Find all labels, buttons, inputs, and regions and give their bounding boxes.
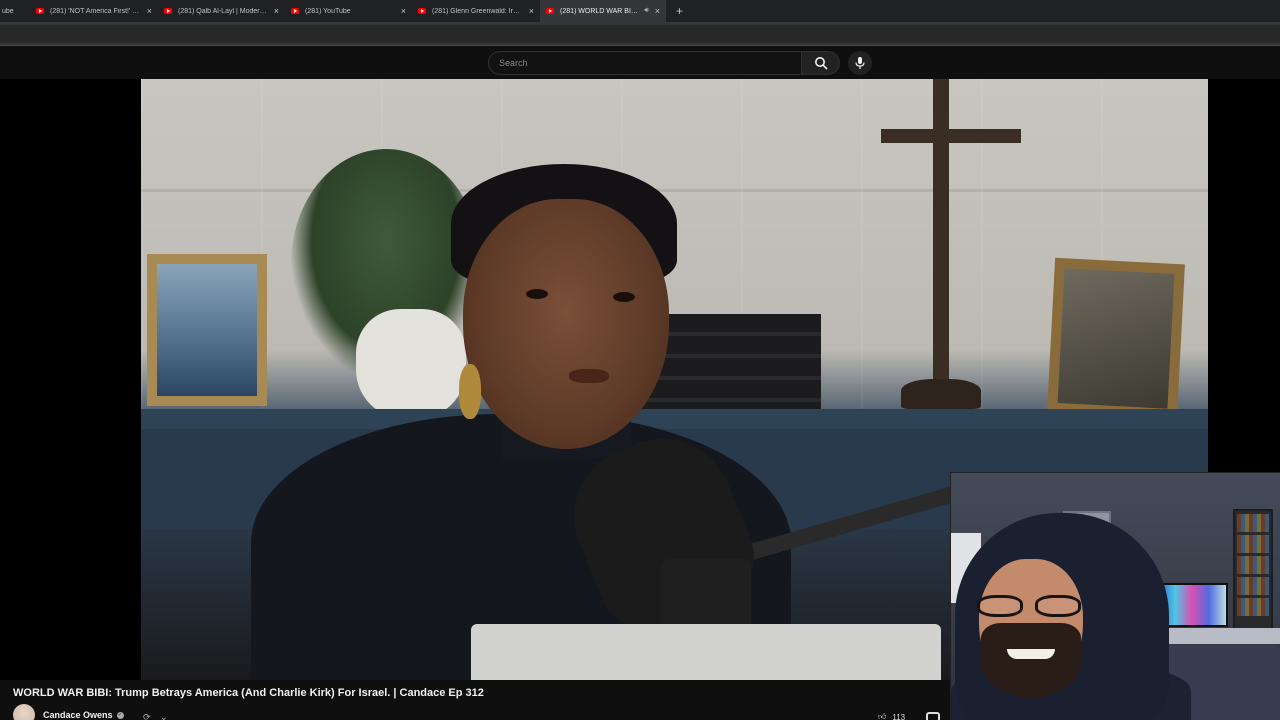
picture-frame-right — [1047, 257, 1185, 420]
streamer-beard — [981, 623, 1081, 698]
search-input[interactable] — [499, 58, 801, 68]
like-count: 113 — [892, 712, 906, 720]
browser-tab-active[interactable]: (281) WORLD WAR BIBI: Tr 🔊︎ × — [540, 0, 666, 22]
cam-shelf-row — [1237, 598, 1269, 616]
video-title: WORLD WAR BIBI: Trump Betrays America (A… — [13, 687, 484, 699]
thumbs-up-icon: 👍︎ — [878, 712, 887, 720]
search-icon — [814, 57, 828, 70]
voice-search-button[interactable] — [848, 51, 872, 75]
youtube-favicon-icon — [418, 8, 426, 14]
new-tab-button[interactable]: + — [676, 4, 683, 18]
cam-shelf-row — [1237, 556, 1269, 574]
framed-photo — [1057, 268, 1175, 409]
browser-tab[interactable]: (281) Glenn Greenwald: Iran W × — [412, 0, 540, 22]
speaker-icon[interactable]: 🔊︎ — [644, 7, 648, 15]
tab-title: ube — [2, 7, 14, 15]
framed-photo — [157, 264, 257, 396]
browser-tab-strip: ube (281) 'NOT America First!' Tuck × (2… — [0, 0, 1280, 22]
tab-title: (281) Qalb Al-Layl | Modern An — [178, 7, 268, 15]
glasses-lens — [1035, 595, 1081, 617]
streamer-glasses — [975, 595, 1087, 617]
host-eye — [526, 289, 548, 299]
channel-name[interactable]: Candace Owens — [43, 710, 113, 720]
browser-tab[interactable]: (281) 'NOT America First!' Tuck × — [30, 0, 158, 22]
host-earring — [459, 364, 481, 419]
tab-close-icon[interactable]: × — [529, 6, 534, 16]
share-icon[interactable] — [926, 712, 940, 720]
browser-tab[interactable]: (281) Qalb Al-Layl | Modern An × — [158, 0, 285, 22]
shelf-top — [141, 409, 1208, 429]
tab-title: (281) Glenn Greenwald: Iran W — [432, 7, 523, 15]
channel-avatar[interactable] — [13, 704, 35, 720]
webcam-overlay — [950, 472, 1280, 720]
cam-shelf-row — [1237, 535, 1269, 553]
streamer-smile — [1007, 649, 1055, 659]
search-box[interactable] — [488, 51, 802, 75]
membership-icon[interactable]: ⟳ — [143, 712, 151, 720]
letterbox-left — [0, 79, 141, 680]
mic-mount — [661, 559, 751, 629]
mic-icon — [855, 57, 865, 69]
host-mouth — [569, 369, 609, 383]
channel-row: Candace Owens ✓ — [13, 704, 124, 720]
browser-tab[interactable]: ube — [0, 0, 30, 22]
video-info: WORLD WAR BIBI: Trump Betrays America (A… — [0, 680, 950, 720]
picture-frame-left — [147, 254, 267, 406]
crucifix-bar — [881, 129, 1021, 143]
plant-pot — [356, 309, 466, 419]
tab-close-icon[interactable]: × — [655, 6, 660, 16]
cam-shelf-row — [1237, 514, 1269, 532]
tab-title: (281) YouTube — [305, 7, 351, 15]
chevron-down-icon[interactable]: ⌄ — [160, 712, 168, 720]
search-button[interactable] — [802, 51, 840, 75]
youtube-favicon-icon — [291, 8, 299, 14]
youtube-header — [0, 46, 1280, 79]
laptop — [471, 624, 941, 680]
crucifix-base — [901, 379, 981, 409]
verified-badge-icon: ✓ — [116, 711, 124, 719]
omnibox[interactable] — [0, 25, 1280, 43]
cam-bookshelf — [1233, 509, 1273, 644]
tab-close-icon[interactable]: × — [274, 6, 279, 16]
host-face — [463, 199, 669, 449]
tab-close-icon[interactable]: × — [401, 6, 406, 16]
glasses-lens — [977, 595, 1023, 617]
tab-title: (281) WORLD WAR BIBI: Tr — [560, 7, 641, 15]
youtube-favicon-icon — [36, 8, 44, 14]
cam-shelf-row — [1237, 577, 1269, 595]
youtube-favicon-icon — [164, 8, 172, 14]
browser-tab[interactable]: (281) YouTube × — [285, 0, 412, 22]
youtube-favicon-icon — [546, 8, 554, 14]
like-button[interactable]: 👍︎ 113 — [878, 712, 905, 720]
host-eye — [613, 292, 635, 302]
tab-title: (281) 'NOT America First!' Tuck — [50, 7, 141, 15]
wall-line — [141, 189, 1208, 192]
address-bar-strip — [0, 22, 1280, 46]
tab-close-icon[interactable]: × — [147, 6, 152, 16]
